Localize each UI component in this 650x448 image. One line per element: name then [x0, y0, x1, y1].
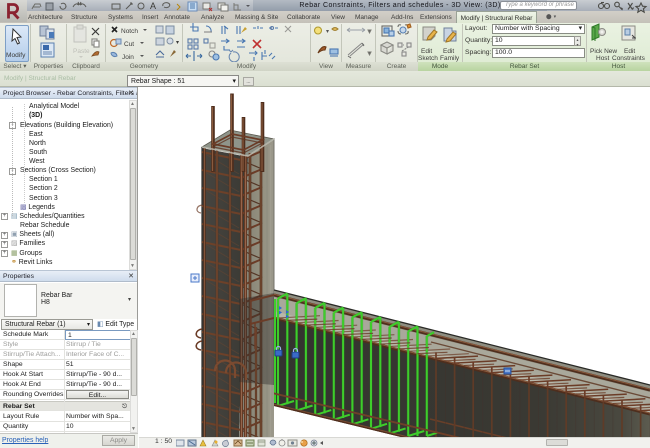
svg-text:Edit: Edit	[624, 48, 635, 55]
svg-text:▾: ▾	[326, 29, 329, 35]
svg-text:Paste: Paste	[73, 48, 90, 55]
svg-text:Sketch: Sketch	[418, 55, 438, 62]
svg-text:Cut: Cut	[124, 41, 134, 48]
svg-text:Constraints: Constraints	[612, 55, 646, 62]
svg-text:Host: Host	[596, 55, 610, 62]
svg-text:A: A	[150, 1, 156, 11]
svg-text:Edit: Edit	[421, 48, 432, 55]
svg-text:Family: Family	[440, 55, 460, 62]
svg-text:Pick New: Pick New	[590, 48, 617, 55]
svg-text:▾: ▾	[176, 40, 179, 46]
svg-text:▾: ▾	[368, 51, 371, 57]
svg-text:Notch: Notch	[121, 28, 138, 35]
svg-text:▾: ▾	[368, 29, 371, 35]
svg-text:Join: Join	[122, 54, 134, 61]
svg-text:Edit: Edit	[443, 48, 454, 55]
